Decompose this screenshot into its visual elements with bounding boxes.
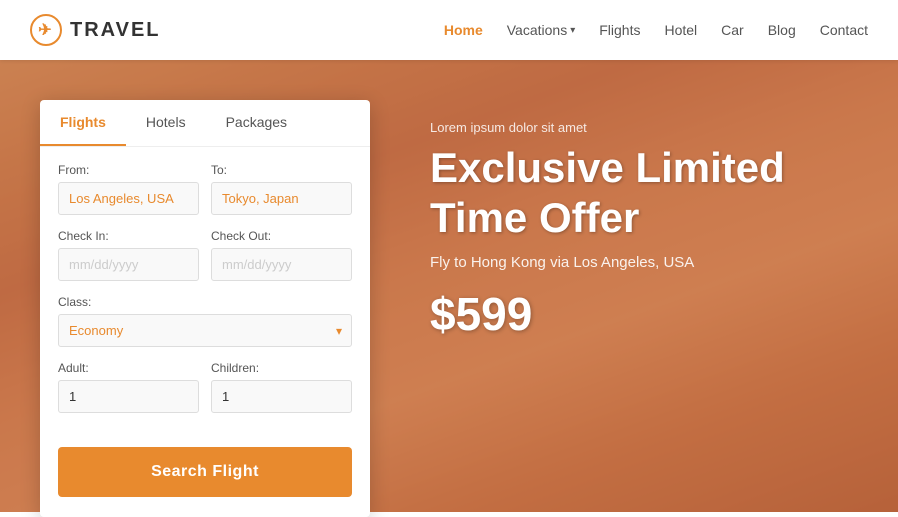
nav-blog[interactable]: Blog xyxy=(768,22,796,38)
hero-description: Fly to Hong Kong via Los Angeles, USA xyxy=(430,254,878,271)
class-select[interactable]: Economy Business First Class xyxy=(58,314,352,347)
class-select-wrapper: Economy Business First Class ▾ xyxy=(58,314,352,347)
class-row: Class: Economy Business First Class ▾ xyxy=(58,295,352,347)
class-label: Class: xyxy=(58,295,352,309)
booking-panel: Flights Hotels Packages From: To: Check … xyxy=(40,100,370,517)
from-input[interactable] xyxy=(58,182,199,215)
adult-input[interactable] xyxy=(58,380,199,413)
checkout-input[interactable] xyxy=(211,248,352,281)
logo-icon: ✈ xyxy=(30,14,62,46)
children-input[interactable] xyxy=(211,380,352,413)
checkout-group: Check Out: xyxy=(211,229,352,281)
tab-hotels[interactable]: Hotels xyxy=(126,100,206,146)
adult-group: Adult: xyxy=(58,361,199,413)
nav-hotel[interactable]: Hotel xyxy=(664,22,697,38)
booking-tabs: Flights Hotels Packages xyxy=(40,100,370,147)
hero-content: Lorem ipsum dolor sit amet Exclusive Lim… xyxy=(430,120,878,341)
nav-flights[interactable]: Flights xyxy=(599,22,640,38)
children-label: Children: xyxy=(211,361,352,375)
hero-price: $599 xyxy=(430,287,878,341)
plane-icon: ✈ xyxy=(38,20,53,40)
from-group: From: xyxy=(58,163,199,215)
chevron-down-icon: ▾ xyxy=(570,25,575,36)
main-nav: Home Vacations ▾ Flights Hotel Car Blog … xyxy=(444,22,868,38)
checkin-label: Check In: xyxy=(58,229,199,243)
nav-vacations[interactable]: Vacations ▾ xyxy=(507,22,575,38)
nav-contact[interactable]: Contact xyxy=(820,22,868,38)
nav-home[interactable]: Home xyxy=(444,22,483,38)
checkout-label: Check Out: xyxy=(211,229,352,243)
children-group: Children: xyxy=(211,361,352,413)
class-group: Class: Economy Business First Class ▾ xyxy=(58,295,352,347)
dates-row: Check In: Check Out: xyxy=(58,229,352,281)
checkin-group: Check In: xyxy=(58,229,199,281)
to-label: To: xyxy=(211,163,352,177)
hero-subtitle: Lorem ipsum dolor sit amet xyxy=(430,120,878,135)
to-input[interactable] xyxy=(211,182,352,215)
logo-text: TRAVEL xyxy=(70,19,161,42)
checkin-input[interactable] xyxy=(58,248,199,281)
tab-packages[interactable]: Packages xyxy=(206,100,307,146)
from-label: From: xyxy=(58,163,199,177)
adult-label: Adult: xyxy=(58,361,199,375)
to-group: To: xyxy=(211,163,352,215)
passengers-row: Adult: Children: xyxy=(58,361,352,413)
flight-form: From: To: Check In: Check Out: Class: xyxy=(40,147,370,443)
hero-title: Exclusive Limited Time Offer xyxy=(430,143,878,244)
search-flight-button[interactable]: Search Flight xyxy=(58,447,352,497)
logo: ✈ TRAVEL xyxy=(30,14,161,46)
nav-car[interactable]: Car xyxy=(721,22,744,38)
from-to-row: From: To: xyxy=(58,163,352,215)
header: ✈ TRAVEL Home Vacations ▾ Flights Hotel … xyxy=(0,0,898,60)
tab-flights[interactable]: Flights xyxy=(40,100,126,146)
